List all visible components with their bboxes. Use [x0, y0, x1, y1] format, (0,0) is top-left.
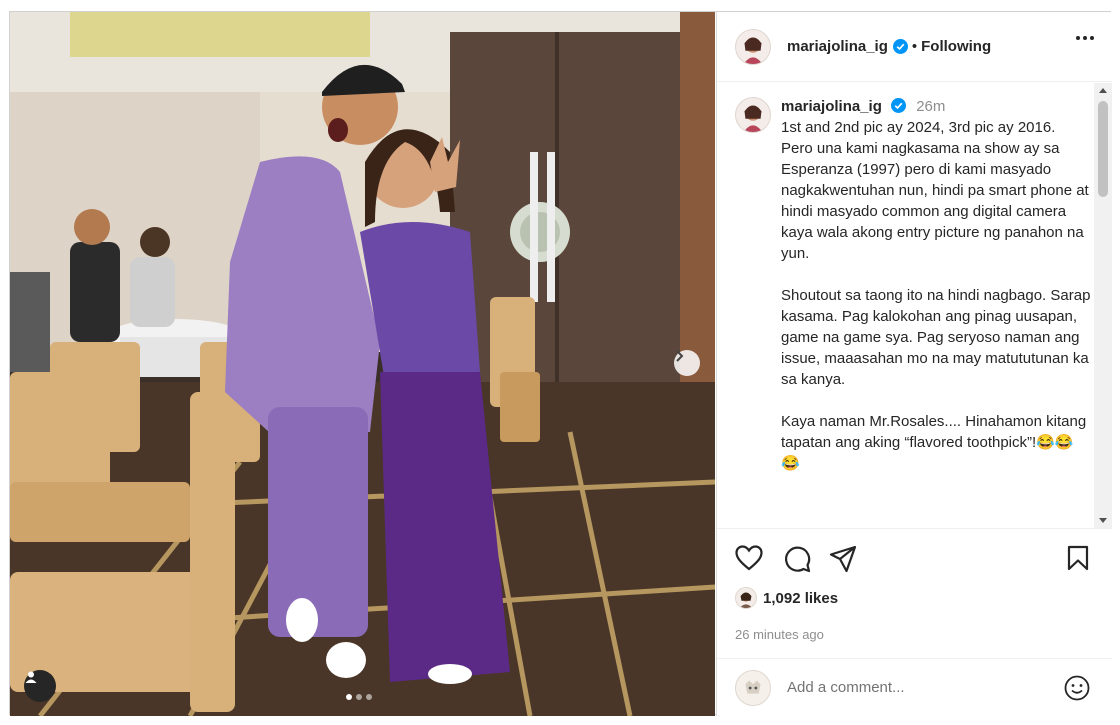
- instagram-post-window: mariajolina_ig • Following mariajolina_i…: [9, 11, 1112, 716]
- scrollbar-thumb[interactable]: [1098, 101, 1108, 197]
- following-button[interactable]: Following: [921, 38, 991, 55]
- bookmark-icon[interactable]: [1067, 545, 1089, 571]
- tagged-users-button[interactable]: [24, 670, 56, 702]
- post-time-ago[interactable]: 26 minutes ago: [735, 627, 824, 642]
- caption-username[interactable]: mariajolina_ig: [781, 98, 882, 115]
- caption-timestamp[interactable]: 26m: [916, 98, 945, 115]
- next-slide-button[interactable]: [674, 350, 700, 376]
- carousel-dot: [366, 694, 372, 700]
- profile-picture-icon: [743, 37, 763, 64]
- caption-author-avatar[interactable]: [735, 97, 771, 133]
- comment-bubble-icon[interactable]: [783, 545, 811, 573]
- user-tag-icon: [25, 671, 37, 683]
- send-paper-plane-icon[interactable]: [829, 545, 857, 573]
- chevron-right-icon: [676, 350, 684, 362]
- caption-scroll-area[interactable]: mariajolina_ig 26m 1st and 2nd pic ay 20…: [717, 83, 1112, 528]
- heart-icon[interactable]: [735, 545, 763, 571]
- carousel-dot: [346, 694, 352, 700]
- author-username[interactable]: mariajolina_ig: [787, 38, 888, 55]
- post-header: mariajolina_ig • Following: [717, 12, 1112, 82]
- follow-separator: •: [911, 38, 918, 55]
- post-photo[interactable]: [10, 12, 715, 716]
- photo-illustration: [10, 12, 715, 716]
- verified-badge-icon: [892, 39, 908, 54]
- carousel-indicator: [346, 694, 372, 700]
- profile-picture-icon: [736, 670, 770, 705]
- scroll-up-arrow-icon[interactable]: [1099, 88, 1107, 93]
- caption-scrollbar[interactable]: [1094, 83, 1112, 528]
- carousel-dot: [356, 694, 362, 700]
- profile-picture-icon: [739, 592, 753, 608]
- verified-badge-icon: [891, 98, 907, 113]
- author-avatar[interactable]: [735, 28, 771, 65]
- likes-summary: 1,092 likes: [735, 587, 838, 609]
- scroll-down-arrow-icon[interactable]: [1099, 518, 1107, 523]
- liker-avatar[interactable]: [735, 587, 757, 609]
- profile-picture-icon: [743, 105, 763, 132]
- likes-count[interactable]: 1,092 likes: [763, 590, 838, 607]
- comment-input[interactable]: [787, 679, 1047, 696]
- post-actions: 1,092 likes 26 minutes ago: [717, 528, 1112, 658]
- post-side-panel: mariajolina_ig • Following mariajolina_i…: [716, 12, 1112, 716]
- comment-composer: [717, 658, 1112, 716]
- emoji-smiley-icon[interactable]: [1064, 675, 1090, 701]
- caption-text: 1st and 2nd pic ay 2024, 3rd pic ay 2016…: [781, 119, 1091, 472]
- current-user-avatar: [735, 669, 771, 706]
- more-options-icon[interactable]: [1076, 36, 1094, 40]
